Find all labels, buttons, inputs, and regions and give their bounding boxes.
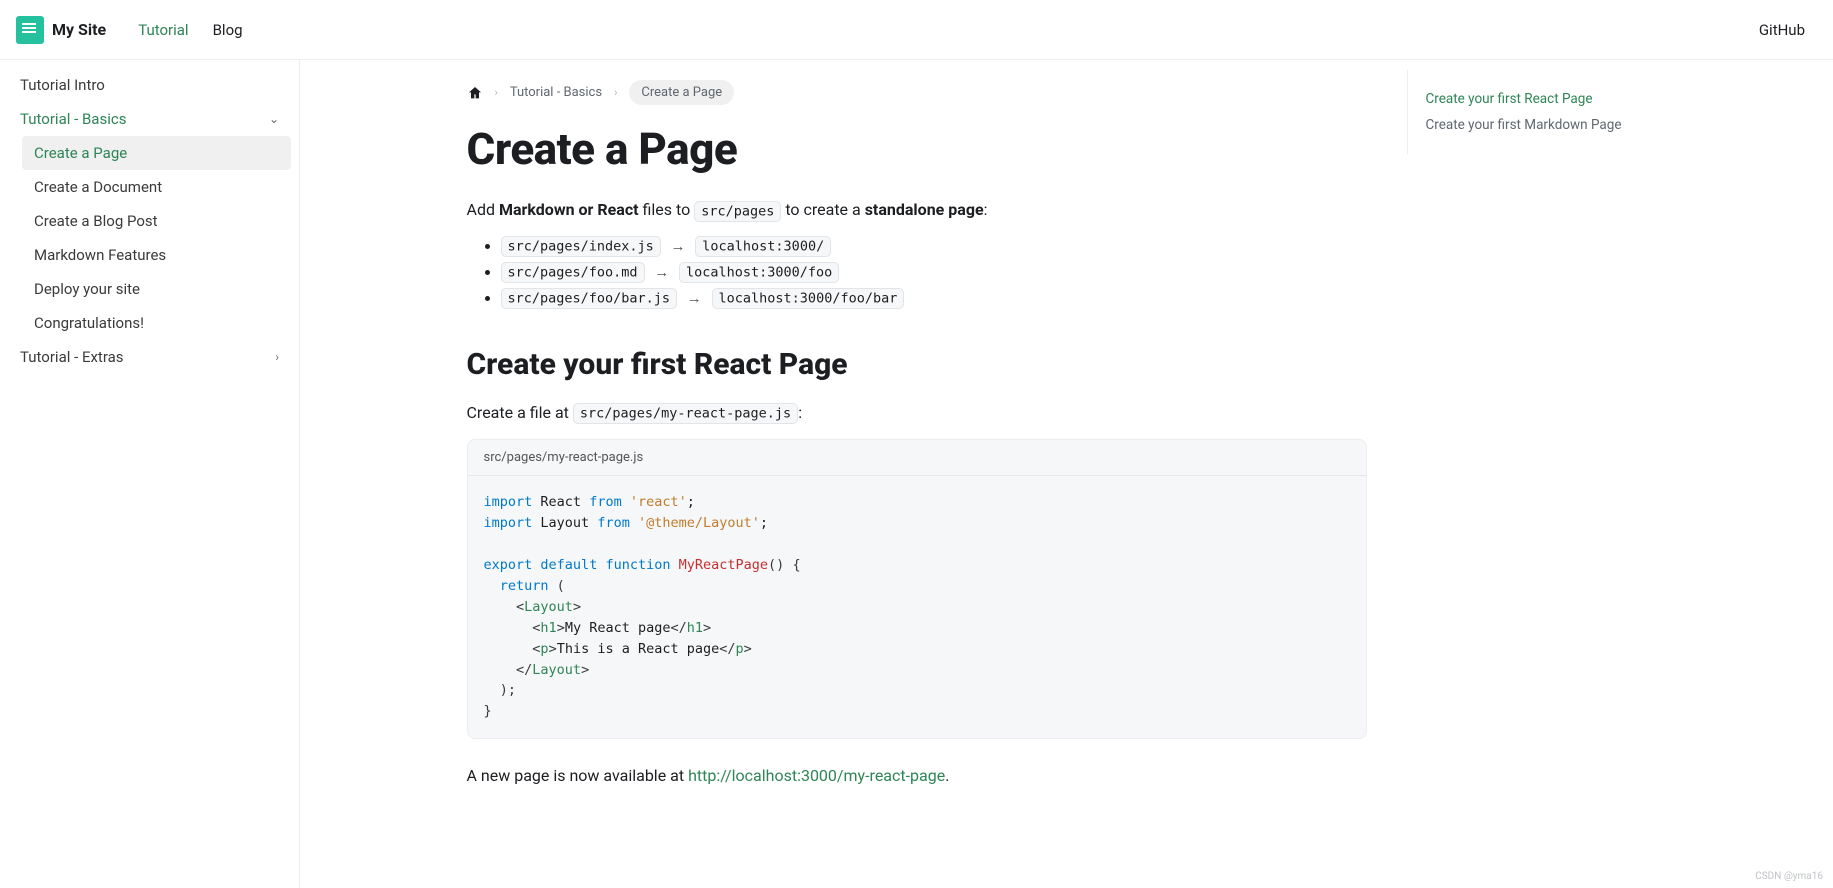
nav-link-blog[interactable]: Blog bbox=[201, 13, 255, 47]
sidebar: Tutorial Intro Tutorial - Basics ⌄ Creat… bbox=[0, 60, 300, 888]
sidebar-item-create-blog-post[interactable]: Create a Blog Post bbox=[22, 204, 291, 238]
code-inline: localhost:3000/foo/bar bbox=[712, 288, 905, 309]
text: A new page is now available at bbox=[467, 766, 689, 785]
code-block-filename: src/pages/my-react-page.js bbox=[468, 440, 1366, 476]
text: to create a bbox=[781, 200, 864, 219]
sidebar-category-extras[interactable]: Tutorial - Extras › bbox=[8, 340, 291, 374]
arrow-icon: → bbox=[654, 263, 669, 281]
nav-link-github[interactable]: GitHub bbox=[1747, 13, 1817, 47]
sidebar-item-congratulations[interactable]: Congratulations! bbox=[22, 306, 291, 340]
code-inline: src/pages/foo.md bbox=[501, 262, 645, 283]
home-icon[interactable] bbox=[467, 85, 483, 101]
text-strong: standalone page bbox=[865, 200, 984, 219]
watermark: CSDN @yma16 bbox=[1755, 871, 1823, 882]
list-item: src/pages/foo.md → localhost:3000/foo bbox=[501, 263, 1367, 281]
chevron-down-icon: ⌄ bbox=[269, 112, 279, 126]
sidebar-category-basics[interactable]: Tutorial - Basics ⌄ bbox=[8, 102, 291, 136]
breadcrumb-current: Create a Page bbox=[629, 80, 734, 105]
text: : bbox=[984, 200, 988, 219]
sidebar-item-markdown-features[interactable]: Markdown Features bbox=[22, 238, 291, 272]
list-item: src/pages/foo/bar.js → localhost:3000/fo… bbox=[501, 289, 1367, 307]
code-inline: src/pages bbox=[694, 201, 781, 222]
heading-react-page: Create your first React Page bbox=[467, 347, 1367, 382]
sidebar-category-label: Tutorial - Extras bbox=[20, 348, 124, 366]
main-content: › Tutorial - Basics › Create a Page Crea… bbox=[427, 60, 1407, 888]
code-inline: localhost:3000/foo bbox=[679, 262, 839, 283]
intro-paragraph: Add Markdown or React files to src/pages… bbox=[467, 197, 1367, 223]
brand-text: My Site bbox=[52, 20, 106, 39]
path-mapping-list: src/pages/index.js → localhost:3000/ src… bbox=[467, 237, 1367, 307]
sidebar-item-create-document[interactable]: Create a Document bbox=[22, 170, 291, 204]
code-block: src/pages/my-react-page.js import React … bbox=[467, 439, 1367, 739]
page-title: Create a Page bbox=[467, 123, 1367, 175]
chevron-right-icon: › bbox=[495, 86, 498, 99]
react-intro-paragraph: Create a file at src/pages/my-react-page… bbox=[467, 400, 1367, 426]
list-item: src/pages/index.js → localhost:3000/ bbox=[501, 237, 1367, 255]
breadcrumb-link[interactable]: Tutorial - Basics bbox=[510, 85, 602, 100]
sidebar-item-create-page[interactable]: Create a Page bbox=[22, 136, 291, 170]
outro-paragraph: A new page is now available at http://lo… bbox=[467, 763, 1367, 789]
code-inline: src/pages/my-react-page.js bbox=[573, 403, 798, 424]
text-strong: Markdown or React bbox=[499, 200, 639, 219]
nav-link-tutorial[interactable]: Tutorial bbox=[126, 13, 200, 47]
text: files to bbox=[639, 200, 695, 219]
text: . bbox=[945, 766, 949, 785]
sidebar-item-tutorial-intro[interactable]: Tutorial Intro bbox=[8, 68, 291, 102]
table-of-contents: Create your first React Page Create your… bbox=[1407, 70, 1707, 154]
code-block-body: import React from 'react'; import Layout… bbox=[468, 476, 1366, 738]
code-inline: src/pages/index.js bbox=[501, 236, 661, 257]
navbar: My Site Tutorial Blog GitHub bbox=[0, 0, 1833, 60]
code-inline: localhost:3000/ bbox=[695, 236, 831, 257]
text: : bbox=[798, 403, 802, 422]
result-link[interactable]: http://localhost:3000/my-react-page bbox=[688, 766, 945, 785]
chevron-right-icon: › bbox=[275, 350, 279, 364]
toc-item-react-page[interactable]: Create your first React Page bbox=[1426, 86, 1689, 112]
arrow-icon: → bbox=[687, 289, 702, 307]
navbar-brand[interactable]: My Site bbox=[16, 16, 106, 44]
toc-item-markdown-page[interactable]: Create your first Markdown Page bbox=[1426, 112, 1689, 138]
logo-icon bbox=[16, 16, 44, 44]
code-inline: src/pages/foo/bar.js bbox=[501, 288, 678, 309]
text: Add bbox=[467, 200, 499, 219]
arrow-icon: → bbox=[671, 237, 686, 255]
chevron-right-icon: › bbox=[614, 86, 617, 99]
breadcrumb: › Tutorial - Basics › Create a Page bbox=[467, 80, 1367, 105]
text: Create a file at bbox=[467, 403, 573, 422]
sidebar-item-deploy-site[interactable]: Deploy your site bbox=[22, 272, 291, 306]
sidebar-category-label: Tutorial - Basics bbox=[20, 110, 126, 128]
